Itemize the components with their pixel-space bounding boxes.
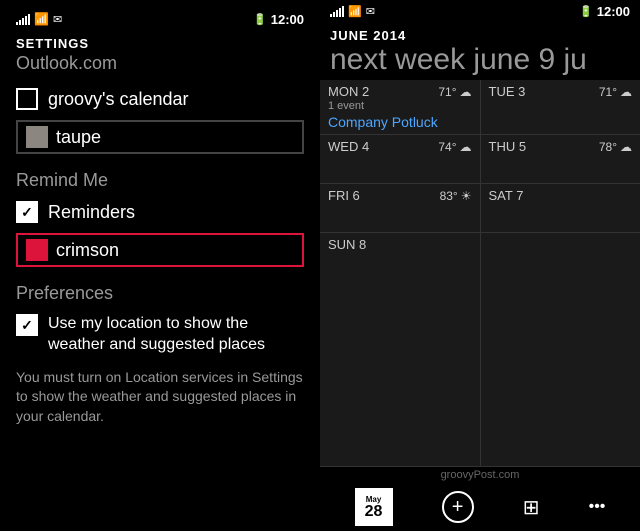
status-bar-right: 📶 ✉ 🔋 12:00 [320,0,640,22]
sat-7-label: SAT 7 [489,188,524,203]
location-checkbox[interactable] [16,314,38,336]
tue-3-weather: 71° ☁ [599,85,632,99]
sat-7-header: SAT 7 [489,188,633,203]
grid-view-button[interactable]: ⊞ [523,495,540,520]
location-pref-row[interactable]: Use my location to show the weather and … [16,314,304,356]
mon-2-temp: 71° [438,85,456,99]
thu-5-weather: 78° ☁ [599,140,632,154]
crimson-color-row[interactable]: crimson [16,233,304,267]
week-label-text: next week [330,43,465,76]
thu-5-weather-icon: ☁ [620,140,632,154]
calendar-header: JUNE 2014 next week june 9 ju [320,22,640,80]
mon-2-weather-icon: ☁ [460,85,472,99]
sun-8-header: SUN 8 [328,237,472,252]
reminders-checkbox-row[interactable]: Reminders [16,201,304,223]
wed-4-weather: 74° ☁ [438,140,471,154]
status-icons-right: 📶 ✉ [330,5,375,18]
fri-6-weather-icon: ☀ [461,189,472,203]
add-icon: + [442,491,474,523]
tue-3-weather-icon: ☁ [620,85,632,99]
battery-icon-right: 🔋 [579,5,593,18]
location-pref-label: Use my location to show the weather and … [48,314,304,356]
wed-4-label: WED 4 [328,139,369,154]
week-row-1: MON 2 71° ☁ 1 event Company Potluck TUE … [320,80,640,135]
taupe-color-row[interactable]: taupe [16,120,304,154]
wed-4-weather-icon: ☁ [460,140,472,154]
crimson-label: crimson [56,240,119,261]
cal-day-num: 28 [365,504,383,520]
fri-6-temp: 83° [440,189,458,203]
signal-icon-right [330,5,344,17]
fri-6-label: FRI 6 [328,188,360,203]
thu-5-label: THU 5 [489,139,527,154]
wed-4-header: WED 4 74° ☁ [328,139,472,154]
fri-6-weather: 83° ☀ [440,189,472,203]
day-sun-8: SUN 8 [320,233,481,466]
calendar-panel: 📶 ✉ 🔋 12:00 JUNE 2014 next week june 9 j… [320,0,640,531]
preferences-section: Preferences [16,283,304,304]
remind-me-section: Remind Me [16,170,304,191]
week-date-text: june 9 ju [473,43,586,76]
tue-3-label: TUE 3 [489,84,526,99]
message-icon-right: ✉ [366,5,375,18]
reminders-checkbox[interactable] [16,201,38,223]
week-row-4: SUN 8 [320,233,640,467]
wed-4-temp: 74° [438,140,456,154]
watermark: groovyPost.com [320,467,640,483]
location-info-text: You must turn on Location services in Se… [16,368,304,427]
mon-2-event-1[interactable]: Company Potluck [328,114,472,130]
settings-title: SETTINGS [16,36,304,51]
grid-icon: ⊞ [523,495,540,520]
day-empty [481,233,640,466]
thu-5-temp: 78° [599,140,617,154]
calendar-body: MON 2 71° ☁ 1 event Company Potluck TUE … [320,80,640,467]
day-fri-6: FRI 6 83° ☀ [320,184,481,232]
day-sat-7: SAT 7 [481,184,640,232]
fri-6-header: FRI 6 83° ☀ [328,188,472,203]
status-time-right: 12:00 [597,4,630,19]
more-button[interactable]: ••• [589,498,606,516]
bottom-bar: May 28 + ⊞ ••• [320,483,640,531]
calendar-date-button[interactable]: May 28 [355,488,393,526]
mon-2-header: MON 2 71° ☁ [328,84,472,99]
mon-2-event-count: 1 event [328,100,472,112]
calendar-checkbox-label: groovy's calendar [48,89,189,110]
more-icon: ••• [589,498,606,516]
status-time-left: 12:00 [271,12,304,27]
add-button[interactable]: + [442,491,474,523]
status-bar-left: 📶 ✉ 🔋 12:00 [16,8,304,30]
week-row-2: WED 4 74° ☁ THU 5 78° ☁ [320,135,640,184]
day-thu-5: THU 5 78° ☁ [481,135,640,183]
battery-icon: 🔋 [253,13,267,26]
status-icons-left: 📶 ✉ [16,12,62,26]
tue-3-temp: 71° [599,85,617,99]
wifi-icon: 📶 [34,12,49,26]
taupe-swatch [26,126,48,148]
signal-icon [16,13,30,25]
day-tue-3: TUE 3 71° ☁ [481,80,640,134]
calendar-checkbox-row[interactable]: groovy's calendar [16,88,304,110]
tue-3-header: TUE 3 71° ☁ [489,84,633,99]
reminders-label: Reminders [48,202,135,223]
message-icon: ✉ [53,13,62,26]
mon-2-label: MON 2 [328,84,369,99]
settings-subtitle: Outlook.com [16,53,304,74]
wifi-icon-right: 📶 [348,5,362,18]
mon-2-weather: 71° ☁ [438,85,471,99]
day-mon-2: MON 2 71° ☁ 1 event Company Potluck [320,80,481,134]
month-year: JUNE 2014 [330,28,630,43]
week-row-3: FRI 6 83° ☀ SAT 7 [320,184,640,233]
sun-8-label: SUN 8 [328,237,366,252]
calendar-checkbox[interactable] [16,88,38,110]
day-wed-4: WED 4 74° ☁ [320,135,481,183]
settings-panel: 📶 ✉ 🔋 12:00 SETTINGS Outlook.com groovy'… [0,0,320,531]
taupe-label: taupe [56,127,101,148]
week-label: next week june 9 ju [330,43,630,76]
crimson-swatch [26,239,48,261]
thu-5-header: THU 5 78° ☁ [489,139,633,154]
